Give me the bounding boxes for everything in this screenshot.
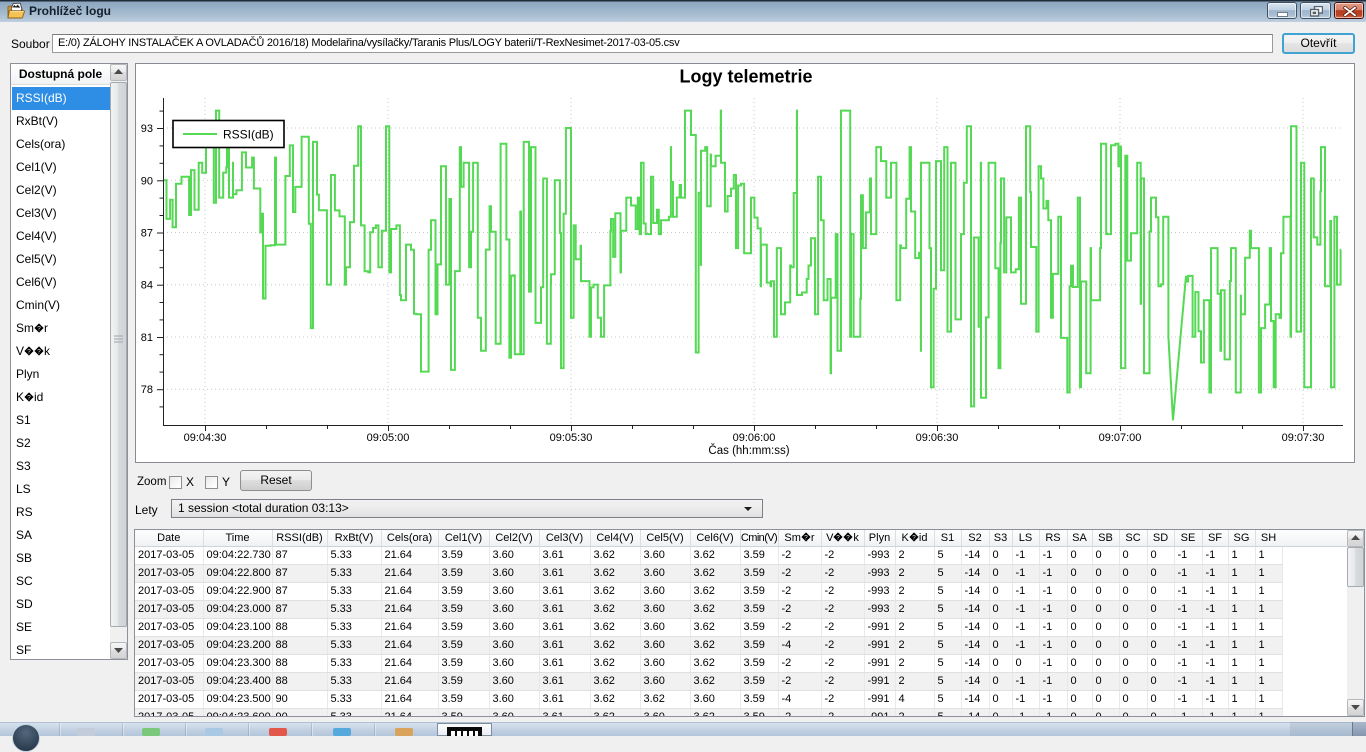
svg-text:09:07:00: 09:07:00 <box>1099 432 1142 444</box>
svg-text:?: ? <box>912 534 916 541</box>
svg-text:84: 84 <box>141 280 153 292</box>
svg-text:09:04:30: 09:04:30 <box>184 432 227 444</box>
svg-text:?: ? <box>37 325 41 332</box>
svg-text:?: ? <box>37 348 41 355</box>
svg-text:81: 81 <box>141 332 153 344</box>
svg-text:Čas (hh:mm:ss): Čas (hh:mm:ss) <box>708 444 789 457</box>
svg-text:09:05:30: 09:05:30 <box>550 432 593 444</box>
svg-text:?: ? <box>837 534 841 541</box>
svg-text:RSSI(dB): RSSI(dB) <box>223 128 274 142</box>
svg-text:78: 78 <box>141 384 153 396</box>
svg-text:09:05:00: 09:05:00 <box>367 432 410 444</box>
svg-text:?: ? <box>27 348 31 355</box>
svg-text:90: 90 <box>141 175 153 187</box>
svg-text:?: ? <box>804 534 808 541</box>
svg-text:Logy telemetrie: Logy telemetrie <box>679 67 812 87</box>
svg-text:09:06:30: 09:06:30 <box>916 432 959 444</box>
svg-text:?: ? <box>27 394 31 401</box>
svg-text:93: 93 <box>141 123 153 135</box>
svg-text:87: 87 <box>141 228 153 240</box>
svg-text:?: ? <box>847 534 851 541</box>
svg-text:09:07:30: 09:07:30 <box>1282 432 1325 444</box>
svg-text:09:06:00: 09:06:00 <box>733 432 776 444</box>
